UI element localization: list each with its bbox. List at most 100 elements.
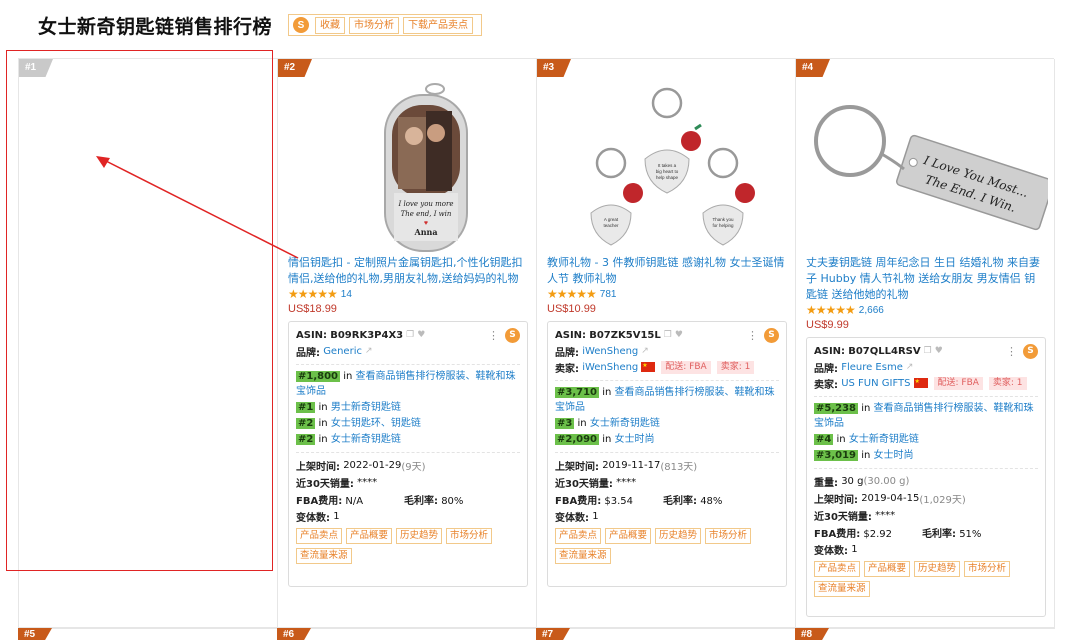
product-image[interactable]: I Love You Most... The End. I Win.	[804, 81, 1048, 281]
rank-number: #3,710	[555, 387, 600, 398]
brand-label: 品牌:	[814, 363, 838, 375]
variants-value: 1	[851, 544, 858, 555]
more-options-icon[interactable]: ⋮	[1006, 345, 1017, 358]
category-link[interactable]: 女士新奇钥匙链	[849, 434, 919, 445]
listed-date: 2022-01-29	[343, 460, 402, 471]
copy-icon[interactable]: ❐	[406, 330, 414, 340]
external-link-icon[interactable]: ↗	[641, 346, 649, 356]
fba-fee-value: $2.92	[863, 529, 893, 540]
asin-value: B09RK3P4X3	[330, 329, 404, 341]
asin-label: ASIN:	[555, 329, 587, 341]
heart-icon[interactable]: ♥	[935, 346, 943, 356]
listed-label: 上架时间:	[296, 462, 340, 473]
margin-value: 48%	[700, 496, 723, 507]
fba-fee-label: FBA费用:	[296, 496, 343, 507]
external-link-icon[interactable]: ↗	[365, 346, 373, 356]
summary-button[interactable]: 产品概要	[864, 561, 911, 577]
download-selling-points-button[interactable]: 下载产品卖点	[403, 16, 474, 34]
category-link[interactable]: 女士时尚	[874, 450, 914, 461]
product-card-5: #5	[18, 627, 277, 640]
product-title-link[interactable]: 教师礼物 - 3 件教师钥匙链 感谢礼物 女士圣诞情人节 教师礼物	[547, 255, 787, 287]
category-link[interactable]: 女士时尚	[615, 434, 655, 445]
heart-icon[interactable]: ♥	[675, 330, 683, 340]
more-options-icon[interactable]: ⋮	[747, 329, 758, 342]
asin-label: ASIN:	[296, 329, 328, 341]
seller-count-badge: 卖家: 1	[988, 376, 1027, 390]
seller-link[interactable]: US FUN GIFTS	[841, 378, 910, 389]
copy-icon[interactable]: ❐	[924, 346, 932, 356]
product-image[interactable]: I love you more The end, I win ♥ Anna	[286, 81, 530, 281]
rank-badge: #6	[277, 628, 311, 640]
product-info-box: ASIN: B07ZK5V15L ❐ ♥ ⋮ S 品牌: iWenSheng ↗…	[547, 321, 787, 587]
seller-link[interactable]: iWenSheng	[582, 362, 638, 373]
svg-text:teacher: teacher	[603, 223, 619, 228]
asin-value: B07ZK5V15L	[589, 329, 661, 341]
brand-link[interactable]: Fleure Esme	[841, 362, 903, 373]
product-title-link[interactable]: 丈夫妻钥匙链 周年纪念日 生日 结婚礼物 来自妻子 Hubby 情人节礼物 送给…	[806, 255, 1046, 303]
rank-number: #5,238	[814, 403, 859, 414]
rank-row: #1,800 in 查看商品销售排行榜服装、鞋靴和珠宝饰品	[296, 369, 520, 399]
rating: ★★★★★ 2,666	[806, 303, 884, 317]
selling-points-button[interactable]: 产品卖点	[814, 561, 861, 577]
product-info-box: ASIN: B07QLL4RSV ❐ ♥ ⋮ S 品牌: Fleure Esme…	[806, 337, 1046, 617]
category-link[interactable]: 女士新奇钥匙链	[331, 434, 401, 445]
brand-link[interactable]: Generic	[323, 346, 362, 357]
extension-logo-icon[interactable]: S	[764, 327, 779, 343]
rank-badge: #5	[18, 628, 52, 640]
sales30-value: ****	[875, 510, 896, 521]
svg-text:help shape: help shape	[656, 175, 679, 180]
product-title-link[interactable]: 情侣钥匙扣 - 定制照片金属钥匙扣,个性化钥匙扣情侣,送给他的礼物,男朋友礼物,…	[288, 255, 528, 287]
rating-count[interactable]: 781	[600, 289, 617, 300]
stars-icon: ★★★★★	[806, 303, 856, 317]
market-analysis-button[interactable]: 市场分析	[349, 16, 400, 34]
rank-number: #3,019	[814, 450, 859, 461]
in-label: in	[836, 434, 846, 445]
category-link[interactable]: 男士新奇钥匙链	[331, 402, 401, 413]
selling-points-button[interactable]: 产品卖点	[296, 528, 343, 544]
traffic-source-button[interactable]: 查流量来源	[555, 548, 611, 564]
rating: ★★★★★ 14	[288, 287, 352, 301]
variants-label: 变体数:	[555, 513, 589, 524]
category-link[interactable]: 女士钥匙环、钥匙链	[331, 418, 421, 429]
rating-count[interactable]: 14	[341, 289, 352, 300]
selling-points-button[interactable]: 产品卖点	[555, 528, 602, 544]
summary-button[interactable]: 产品概要	[346, 528, 393, 544]
fba-fee-value: $3.54	[604, 496, 634, 507]
product-image[interactable]: It takes a big heart to help shape A gre…	[545, 81, 789, 281]
brand-link[interactable]: iWenSheng	[582, 346, 638, 357]
variants-value: 1	[333, 511, 340, 522]
rating-count[interactable]: 2,666	[859, 305, 884, 316]
favorite-button[interactable]: 收藏	[315, 16, 346, 34]
traffic-source-button[interactable]: 查流量来源	[296, 548, 352, 564]
external-link-icon[interactable]: ↗	[906, 362, 914, 372]
listed-days: (1,029天)	[919, 495, 966, 506]
rank-number: #3	[555, 418, 575, 429]
category-link[interactable]: 女士新奇钥匙链	[590, 418, 660, 429]
rank-number: #1	[296, 402, 316, 413]
price: US$10.99	[547, 303, 596, 315]
header: 女士新奇钥匙链销售排行榜 S 收藏 市场分析 下载产品卖点	[38, 12, 483, 38]
history-trend-button[interactable]: 历史趋势	[655, 528, 702, 544]
svg-text:A great: A great	[604, 217, 619, 222]
market-analysis-button[interactable]: 市场分析	[446, 528, 493, 544]
extension-logo-icon[interactable]: S	[293, 17, 310, 33]
china-flag-icon	[641, 362, 656, 372]
traffic-source-button[interactable]: 查流量来源	[814, 581, 870, 597]
listed-days: (813天)	[660, 462, 698, 473]
extension-logo-icon[interactable]: S	[1023, 343, 1038, 359]
history-trend-button[interactable]: 历史趋势	[914, 561, 961, 577]
rank-number: #4	[814, 434, 834, 445]
heart-icon[interactable]: ♥	[417, 330, 425, 340]
extension-logo-icon[interactable]: S	[505, 327, 520, 343]
market-analysis-button[interactable]: 市场分析	[964, 561, 1011, 577]
history-trend-button[interactable]: 历史趋势	[396, 528, 443, 544]
summary-button[interactable]: 产品概要	[605, 528, 652, 544]
seller-count-badge: 卖家: 1	[716, 360, 755, 374]
copy-icon[interactable]: ❐	[664, 330, 672, 340]
more-options-icon[interactable]: ⋮	[488, 329, 499, 342]
rank-number: #2	[296, 418, 316, 429]
listed-date: 2019-04-15	[861, 493, 920, 504]
asin-value: B07QLL4RSV	[848, 345, 921, 357]
market-analysis-button[interactable]: 市场分析	[705, 528, 752, 544]
rating: ★★★★★ 781	[547, 287, 616, 301]
